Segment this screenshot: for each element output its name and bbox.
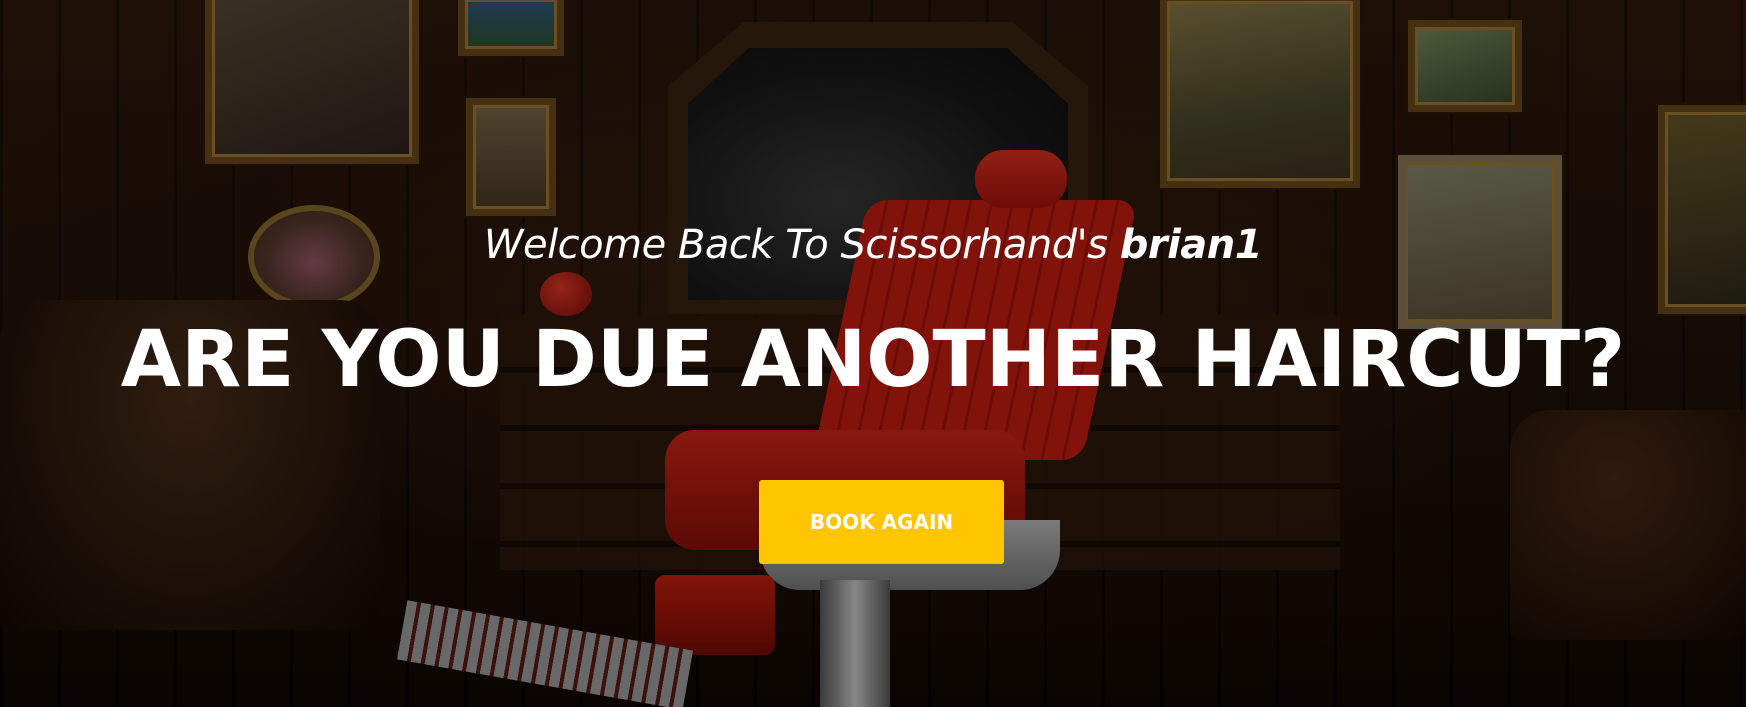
username: brian1 — [1119, 222, 1263, 268]
welcome-message: Welcome Back To Scissorhand's brian1 — [0, 222, 1746, 268]
welcome-text: Welcome Back To Scissorhand's — [483, 222, 1108, 268]
hero-content: Welcome Back To Scissorhand's brian1 ARE… — [0, 0, 1746, 707]
hero-section: Welcome Back To Scissorhand's brian1 ARE… — [0, 0, 1746, 707]
book-again-button[interactable]: BOOK AGAIN — [759, 480, 1004, 564]
hero-headline: ARE YOU DUE ANOTHER HAIRCUT? — [120, 315, 1626, 405]
